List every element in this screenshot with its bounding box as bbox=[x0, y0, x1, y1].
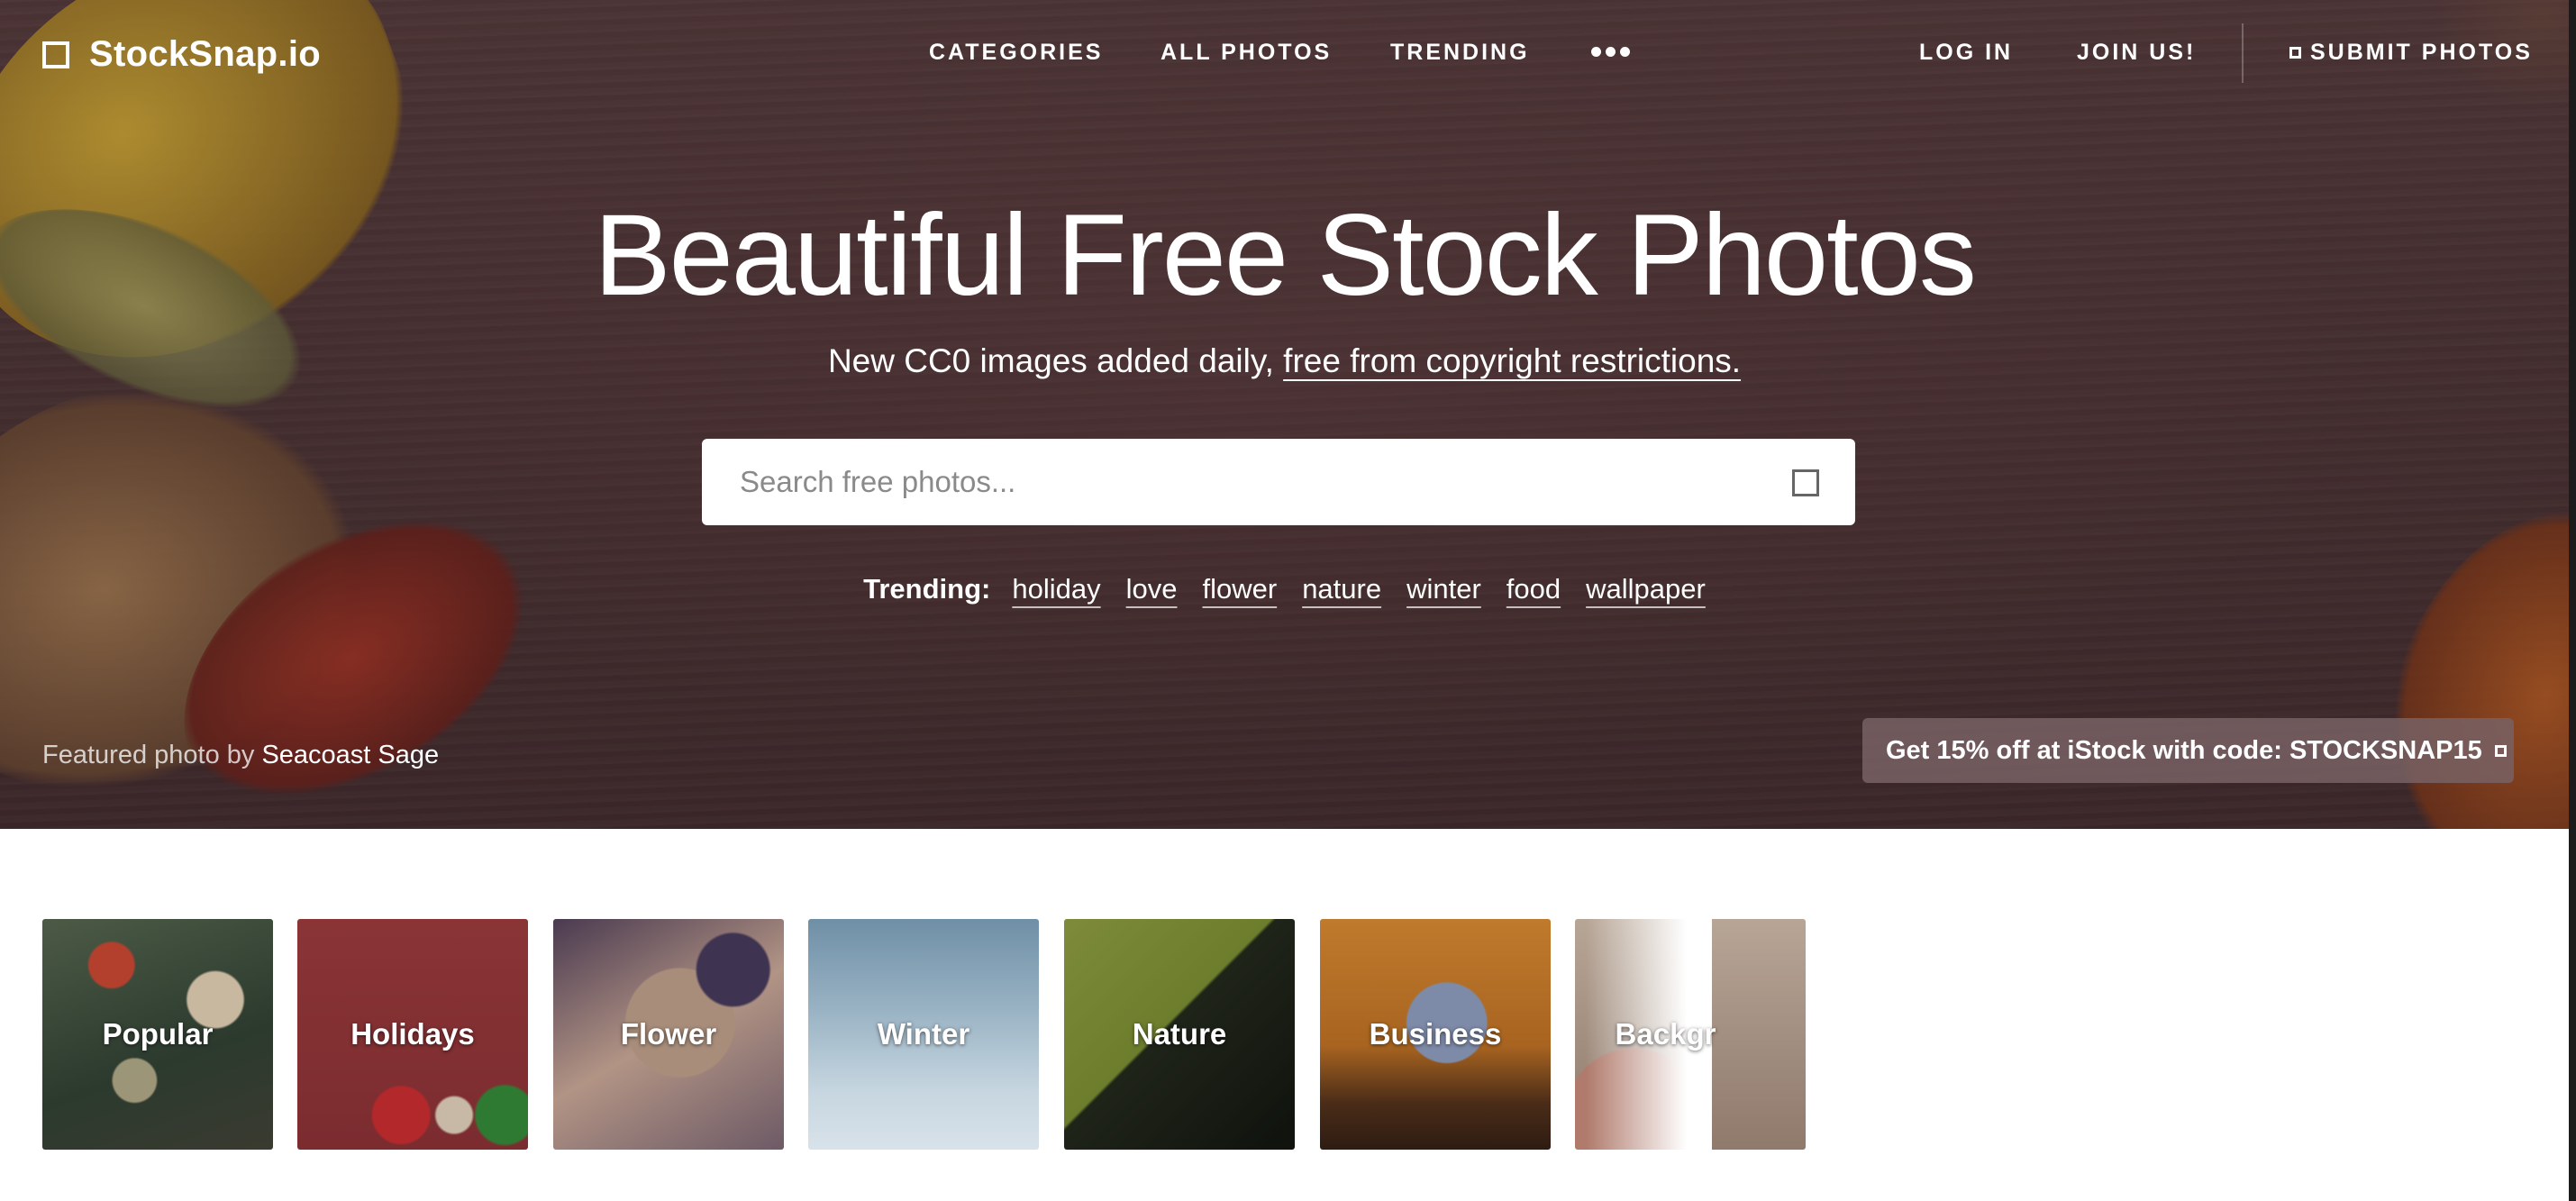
window-edge bbox=[2569, 0, 2576, 1201]
page-title: Beautiful Free Stock Photos bbox=[594, 191, 1977, 320]
promo-label: Get 15% off at iStock with code: STOCKSN… bbox=[1886, 735, 2482, 765]
nav-log-in[interactable]: LOG IN bbox=[1919, 40, 2013, 66]
logo-square-icon bbox=[42, 41, 69, 68]
category-tile-flower[interactable]: Flower bbox=[553, 919, 784, 1150]
trending-tag-holiday[interactable]: holiday bbox=[1012, 573, 1100, 605]
nav-all-photos[interactable]: ALL PHOTOS bbox=[1161, 40, 1332, 66]
search-input[interactable] bbox=[738, 464, 1733, 500]
subtitle-text: New CC0 images added daily, bbox=[827, 342, 1274, 379]
featured-prefix: Featured photo by bbox=[42, 741, 255, 769]
submit-photos-button[interactable]: SUBMIT PHOTOS bbox=[2289, 40, 2533, 66]
trending-tag-winter[interactable]: winter bbox=[1406, 573, 1481, 605]
nav-join[interactable]: JOIN US! bbox=[2077, 40, 2196, 66]
category-tile-popular[interactable]: Popular bbox=[42, 919, 273, 1150]
featured-photo-credit: Featured photo by Seacoast Sage bbox=[42, 741, 439, 770]
nav-trending[interactable]: TRENDING bbox=[1390, 40, 1530, 66]
dot bbox=[1606, 47, 1616, 57]
trending-tag-nature[interactable]: nature bbox=[1302, 573, 1381, 605]
dot bbox=[1591, 47, 1601, 57]
search-bar bbox=[702, 439, 1855, 525]
category-label: Business bbox=[1369, 1017, 1502, 1051]
category-tile-nature[interactable]: Nature bbox=[1064, 919, 1295, 1150]
search-icon[interactable] bbox=[1792, 469, 1819, 496]
logo-text: StockSnap.io bbox=[89, 34, 321, 74]
submit-photos-label: SUBMIT PHOTOS bbox=[2310, 40, 2533, 65]
category-label: Backgr bbox=[1615, 1017, 1716, 1051]
hero-section bbox=[0, 0, 2569, 829]
featured-author-link[interactable]: Seacoast Sage bbox=[261, 741, 439, 769]
trending-tags: Trending: holiday love flower nature win… bbox=[0, 573, 2569, 605]
category-label: Flower bbox=[620, 1017, 717, 1051]
category-label: Holidays bbox=[350, 1017, 475, 1051]
copyright-link[interactable]: free from copyright restrictions. bbox=[1283, 342, 1741, 379]
category-label: Popular bbox=[102, 1017, 214, 1051]
nav-categories[interactable]: CATEGORIES bbox=[929, 40, 1103, 66]
external-link-icon bbox=[2494, 744, 2507, 757]
category-label: Nature bbox=[1132, 1017, 1227, 1051]
page-subtitle: New CC0 images added daily, free from co… bbox=[0, 342, 2569, 380]
category-tile-business[interactable]: Business bbox=[1320, 919, 1551, 1150]
site-logo[interactable]: StockSnap.io bbox=[42, 34, 321, 75]
dot bbox=[1620, 47, 1630, 57]
trending-tag-wallpaper[interactable]: wallpaper bbox=[1586, 573, 1706, 605]
category-tile-holidays[interactable]: Holidays bbox=[297, 919, 528, 1150]
category-tiles: Popular Holidays Flower Winter Nature Bu… bbox=[42, 919, 1806, 1150]
category-tile-winter[interactable]: Winter bbox=[808, 919, 1039, 1150]
ellipsis-icon[interactable] bbox=[1591, 47, 1630, 57]
upload-icon bbox=[2289, 47, 2301, 59]
trending-tag-food[interactable]: food bbox=[1506, 573, 1561, 605]
trending-label: Trending: bbox=[863, 573, 991, 605]
trending-tag-love[interactable]: love bbox=[1126, 573, 1178, 605]
trending-tag-flower[interactable]: flower bbox=[1202, 573, 1277, 605]
nav-divider bbox=[2242, 23, 2244, 83]
istock-promo-button[interactable]: Get 15% off at iStock with code: STOCKSN… bbox=[1862, 718, 2514, 783]
category-label: Winter bbox=[877, 1017, 970, 1051]
